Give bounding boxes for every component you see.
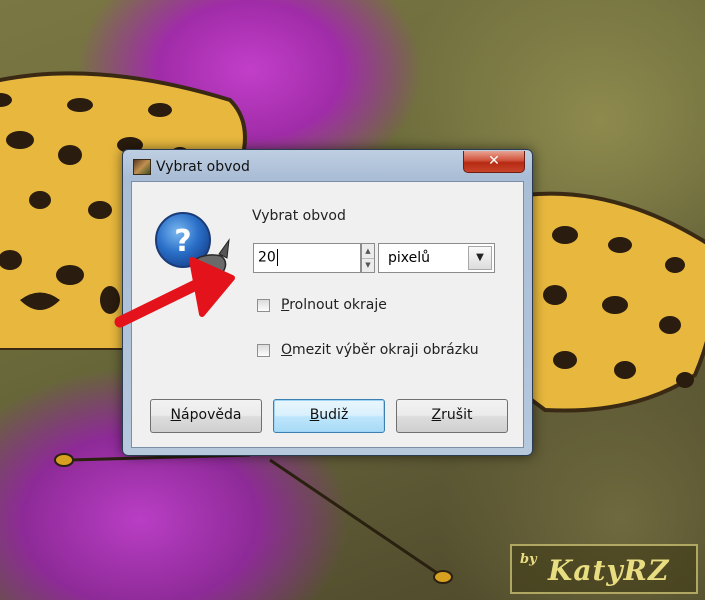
window-title: Vybrat obvod: [156, 159, 250, 175]
feather-edges-label[interactable]: Prolnout okraje: [281, 297, 387, 313]
border-size-input[interactable]: 20: [253, 243, 361, 273]
button-label: rušit: [441, 407, 473, 423]
clamp-to-image-label[interactable]: Omezit výběr okraji obrázku: [281, 342, 479, 358]
butterfly-right-wing: [525, 191, 705, 413]
close-button[interactable]: ✕: [463, 151, 525, 173]
watermark-signature: KatyRZ: [548, 554, 670, 587]
ok-button[interactable]: Budiž: [273, 399, 385, 433]
button-label: ápověda: [181, 407, 242, 423]
clamp-to-image-checkbox[interactable]: [257, 344, 270, 357]
mnemonic: B: [309, 407, 320, 423]
katyrz-watermark: by KatyRZ: [510, 544, 698, 594]
title-bar[interactable]: Vybrat obvod ✕: [123, 150, 532, 182]
red-annotation-arrow-icon: [114, 257, 235, 328]
watermark-by: by: [520, 552, 537, 567]
chevron-down-icon[interactable]: ▼: [468, 246, 492, 270]
app-window-icon: [133, 159, 151, 175]
mnemonic: P: [281, 297, 290, 313]
unit-selected-value: pixelů: [388, 250, 431, 266]
dialog-heading: Vybrat obvod: [252, 208, 346, 224]
unit-dropdown[interactable]: pixelů ▼: [378, 243, 495, 273]
label-text: mezit výběr okraji obrázku: [292, 342, 479, 358]
feather-edges-checkbox[interactable]: [257, 299, 270, 312]
button-label: udiž: [319, 407, 349, 423]
text-caret: [276, 249, 278, 266]
label-text: rolnout okraje: [289, 297, 387, 313]
help-button[interactable]: Nápověda: [150, 399, 262, 433]
spin-up-arrow-icon[interactable]: ▲: [362, 244, 374, 259]
border-size-value: 20: [258, 249, 276, 266]
cancel-button[interactable]: Zrušit: [396, 399, 508, 433]
mnemonic: O: [281, 342, 293, 358]
mnemonic: Z: [431, 407, 442, 423]
butterfly-antenna: [54, 453, 453, 584]
mnemonic: N: [170, 407, 182, 423]
size-spinner[interactable]: ▲ ▼: [361, 243, 375, 273]
spin-down-arrow-icon[interactable]: ▼: [362, 258, 374, 272]
